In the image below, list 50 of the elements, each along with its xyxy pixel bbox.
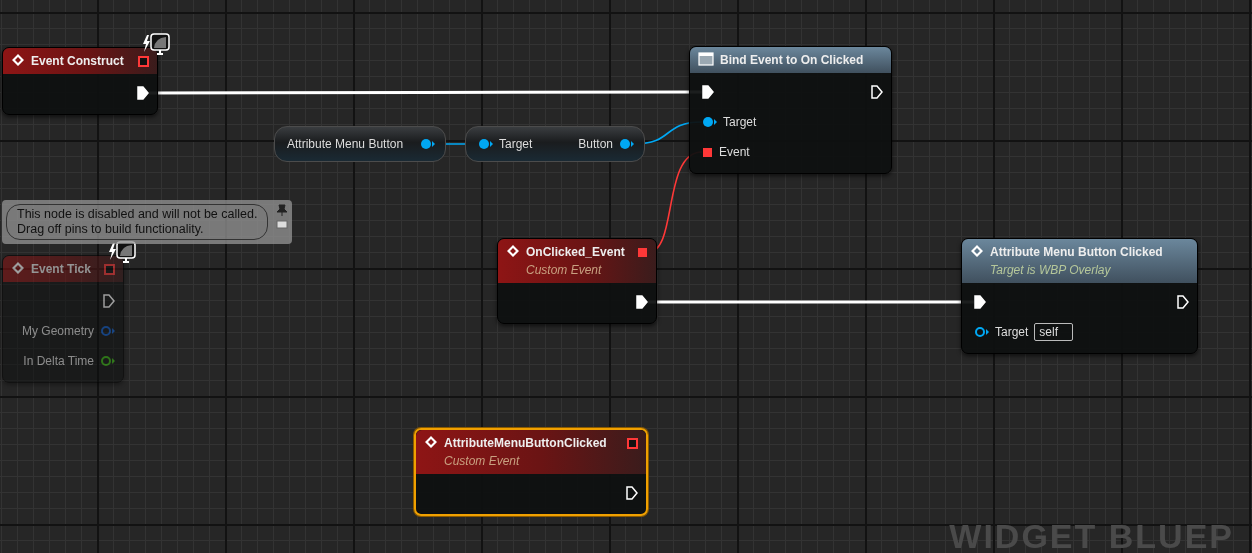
exec-pin[interactable] xyxy=(1177,295,1189,309)
data-pin[interactable] xyxy=(420,138,435,150)
exec-pin[interactable] xyxy=(626,486,638,500)
node-title: Event Construct xyxy=(31,53,125,70)
cast-node[interactable]: Target Button xyxy=(465,126,645,162)
event-node[interactable]: AttributeMenuButtonClicked Custom Event xyxy=(414,428,648,516)
node-title: OnClicked_Event xyxy=(526,244,626,261)
node-subtitle: Custom Event xyxy=(444,453,521,470)
data-pin[interactable] xyxy=(974,326,989,338)
diamond-icon xyxy=(11,261,25,275)
node-subtitle: Target is WBP Overlay xyxy=(990,262,1112,279)
data-pin[interactable] xyxy=(619,138,634,150)
pin-icon[interactable] xyxy=(276,204,289,230)
exec-pin[interactable] xyxy=(871,85,883,99)
pin-label: In Delta Time xyxy=(23,353,94,370)
node-title: Attribute Menu Button xyxy=(287,136,404,153)
exec-pin[interactable] xyxy=(702,85,714,99)
delegate-pin[interactable] xyxy=(627,438,638,449)
pin-label: Target xyxy=(995,324,1029,341)
delegate-pin[interactable] xyxy=(702,146,713,158)
exec-pin[interactable] xyxy=(636,295,648,309)
node-subtitle: Custom Event xyxy=(526,262,603,279)
pin-label: Button xyxy=(578,136,613,153)
graph-label: WIDGET BLUEP xyxy=(949,519,1234,553)
pin-label: Target xyxy=(723,114,757,131)
node-title: Event Tick xyxy=(31,261,92,278)
exec-pin[interactable] xyxy=(974,295,986,309)
delegate-pin[interactable] xyxy=(637,247,648,258)
node-title: Attribute Menu Button Clicked xyxy=(990,244,1164,261)
data-pin[interactable] xyxy=(478,138,493,150)
variable-node[interactable]: Attribute Menu Button xyxy=(274,126,446,162)
comment-text: This node is disabled and will not be called. Drag off pins to build functionality. xyxy=(6,204,269,240)
data-pin[interactable] xyxy=(702,116,717,128)
window-icon xyxy=(698,52,714,66)
node-title: Bind Event to On Clicked xyxy=(720,52,865,69)
event-node[interactable]: OnClicked_Event Custom Event xyxy=(497,238,657,324)
node-title: AttributeMenuButtonClicked xyxy=(444,435,608,452)
function-node[interactable]: Attribute Menu Button Clicked Target is WBP Overlay Target self xyxy=(961,238,1198,354)
function-node[interactable]: Bind Event to On Clicked Target Event xyxy=(689,46,892,174)
event-node[interactable]: Event Construct xyxy=(2,47,158,115)
diamond-icon xyxy=(11,53,25,67)
pin-value-field[interactable]: self xyxy=(1034,323,1074,341)
diamond-icon xyxy=(506,244,520,258)
exec-pin[interactable] xyxy=(137,86,149,100)
pin-label: Event xyxy=(719,144,750,161)
diamond-icon xyxy=(970,244,984,258)
diamond-icon xyxy=(424,435,438,449)
pin-label: My Geometry xyxy=(22,323,94,340)
delegate-pin[interactable] xyxy=(138,56,149,67)
pin-label: Target xyxy=(499,136,533,153)
